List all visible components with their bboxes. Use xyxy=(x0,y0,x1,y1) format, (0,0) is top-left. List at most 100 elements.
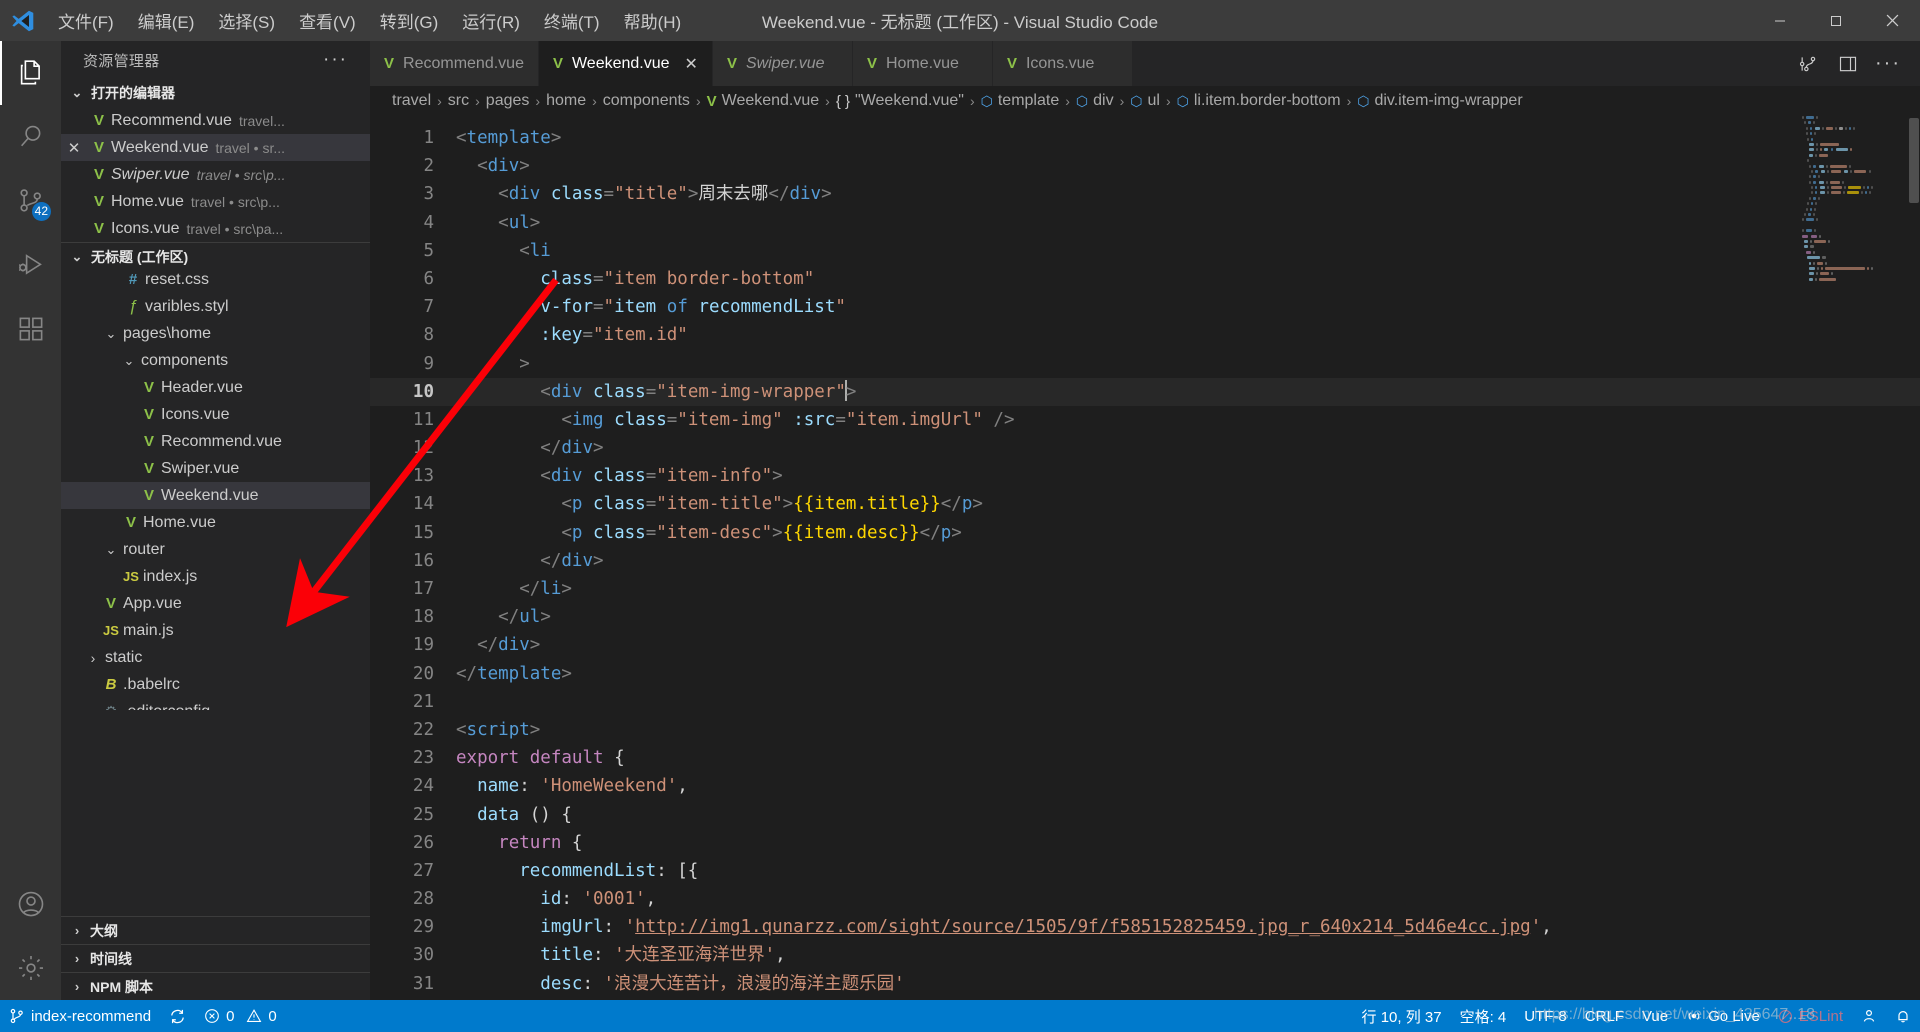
breadcrumb-template[interactable]: ⬡ template xyxy=(981,92,1060,110)
accounts-icon[interactable] xyxy=(0,872,61,936)
settings-gear-icon[interactable] xyxy=(0,936,61,1000)
search-icon[interactable] xyxy=(0,105,61,169)
breadcrumb-components[interactable]: components xyxy=(603,92,690,110)
tab-swiper-vue[interactable]: V Swiper.vue xyxy=(712,41,853,86)
breadcrumb-module[interactable]: { } "Weekend.vue" xyxy=(836,92,964,110)
maximize-button[interactable] xyxy=(1808,0,1864,41)
status-indentation[interactable]: 空格: 4 xyxy=(1451,1000,1516,1032)
breadcrumb-weekend-vue[interactable]: V Weekend.vue xyxy=(707,92,820,110)
tree-item-main-js[interactable]: JS main.js xyxy=(61,617,370,644)
tree-item-varibles-styl[interactable]: ƒ varibles.styl xyxy=(61,293,370,320)
status-cursor-position[interactable]: 行 10, 列 37 xyxy=(1353,1000,1451,1032)
toggle-panel-icon[interactable] xyxy=(1828,41,1868,86)
breadcrumb-src[interactable]: src xyxy=(448,92,469,110)
tree-item-home-vue[interactable]: V Home.vue xyxy=(61,509,370,536)
run-debug-icon[interactable] xyxy=(0,233,61,297)
menu-file[interactable]: 文件(F) xyxy=(46,3,126,38)
code-token: > xyxy=(782,494,794,515)
menu-help[interactable]: 帮助(H) xyxy=(612,3,694,38)
line-number: 13 xyxy=(412,466,434,487)
tree-item-editorconfig[interactable]: ⚙ .editorconfig xyxy=(61,698,370,711)
source-control-icon[interactable]: 42 xyxy=(0,169,61,233)
panel-npm-scripts[interactable]: › NPM 脚本 xyxy=(61,972,370,1000)
minimap-token xyxy=(1819,234,1822,238)
open-editor-icons[interactable]: V Icons.vue travel • src\pa... xyxy=(61,215,370,242)
status-problems[interactable]: 0 0 xyxy=(195,1000,286,1032)
tree-item-router[interactable]: ⌄ router xyxy=(61,536,370,563)
more-actions-icon[interactable]: ··· xyxy=(1868,41,1908,86)
code-token: div xyxy=(498,635,530,656)
editor-scrollbar[interactable] xyxy=(1906,116,1920,1000)
status-branch[interactable]: index-recommend xyxy=(0,1000,160,1032)
breadcrumb-home[interactable]: home xyxy=(546,92,586,110)
menu-view[interactable]: 查看(V) xyxy=(287,3,368,38)
code-scroll-area[interactable]: 1 <template> 2 <div> 3 <div class="title"… xyxy=(370,116,1920,1000)
menu-run[interactable]: 运行(R) xyxy=(450,3,532,38)
open-editor-home[interactable]: V Home.vue travel • src\p... xyxy=(61,188,370,215)
menu-terminal[interactable]: 终端(T) xyxy=(532,3,612,38)
tree-item-pages-home[interactable]: ⌄ pages\home xyxy=(61,320,370,347)
section-workspace[interactable]: ⌄ 无标题 (工作区) xyxy=(61,242,370,270)
tree-item-recommend-vue[interactable]: V Recommend.vue xyxy=(61,428,370,455)
tree-item-babelrc[interactable]: B .babelrc xyxy=(61,671,370,698)
breadcrumb-li[interactable]: ⬡ li.item.border-bottom xyxy=(1177,92,1341,110)
status-language-mode[interactable]: Vue xyxy=(1633,1000,1677,1032)
close-icon[interactable]: ✕ xyxy=(685,54,698,74)
breadcrumb-travel[interactable]: travel xyxy=(392,92,431,110)
tree-item-index-js[interactable]: JS index.js xyxy=(61,563,370,590)
status-sync[interactable] xyxy=(160,1000,195,1032)
tab-icons-vue[interactable]: V Icons.vue xyxy=(992,41,1133,86)
status-encoding[interactable]: UTF-8 xyxy=(1515,1000,1576,1032)
tab-recommend-vue[interactable]: V Recommend.vue xyxy=(370,41,539,86)
tree-item-swiper-vue[interactable]: V Swiper.vue xyxy=(61,455,370,482)
tab-home-vue[interactable]: V Home.vue xyxy=(852,41,993,86)
tree-item-header-vue[interactable]: V Header.vue xyxy=(61,374,370,401)
tree-item-app-vue[interactable]: V App.vue xyxy=(61,590,370,617)
status-go-live[interactable]: Go Live xyxy=(1677,1000,1769,1032)
minimap-token xyxy=(1819,148,1822,152)
status-notifications[interactable] xyxy=(1886,1000,1920,1032)
minimap[interactable] xyxy=(1798,116,1906,1000)
menu-selection[interactable]: 选择(S) xyxy=(206,3,287,38)
status-feedback[interactable] xyxy=(1852,1000,1886,1032)
status-eol[interactable]: CRLF xyxy=(1576,1000,1633,1032)
tree-item-icons-vue[interactable]: V Icons.vue xyxy=(61,401,370,428)
sidebar-more-actions-icon[interactable]: ··· xyxy=(323,49,360,71)
breadcrumb-div-item-img-wrapper[interactable]: ⬡ div.item-img-wrapper xyxy=(1357,92,1522,110)
menu-go[interactable]: 转到(G) xyxy=(368,3,451,38)
breadcrumb-pages[interactable]: pages xyxy=(486,92,530,110)
minimize-button[interactable] xyxy=(1752,0,1808,41)
close-icon[interactable]: ✕ xyxy=(61,139,87,157)
code-token: < xyxy=(519,240,530,261)
code-editor[interactable]: 1 <template> 2 <div> 3 <div class="title"… xyxy=(370,116,1920,1000)
open-editor-swiper[interactable]: V Swiper.vue travel • src\p... xyxy=(61,161,370,188)
tree-item-label: reset.css xyxy=(145,270,210,288)
javascript-file-icon: JS xyxy=(103,623,119,638)
open-editor-weekend[interactable]: ✕ V Weekend.vue travel • sr... xyxy=(61,134,370,161)
panel-outline[interactable]: › 大纲 xyxy=(61,916,370,944)
code-line: 30 title: '大连圣亚海洋世界', xyxy=(370,941,1920,969)
explorer-icon[interactable] xyxy=(0,41,61,105)
breadcrumb-ul[interactable]: ⬡ ul xyxy=(1130,92,1160,110)
tree-item-reset-css[interactable]: # reset.css xyxy=(61,270,370,293)
extensions-icon[interactable] xyxy=(0,297,61,361)
breadcrumb-div[interactable]: ⬡ div xyxy=(1076,92,1114,110)
tree-item-weekend-vue[interactable]: V Weekend.vue xyxy=(61,482,370,509)
split-editor-icon[interactable] xyxy=(1788,41,1828,86)
panel-timeline[interactable]: › 时间线 xyxy=(61,944,370,972)
tree-item-static[interactable]: › static xyxy=(61,644,370,671)
close-button[interactable] xyxy=(1864,0,1920,41)
menu-edit[interactable]: 编辑(E) xyxy=(126,3,207,38)
section-open-editors[interactable]: ⌄ 打开的编辑器 xyxy=(61,79,370,107)
tree-item-components[interactable]: ⌄ components xyxy=(61,347,370,374)
code-content[interactable]: 1 <template> 2 <div> 3 <div class="title"… xyxy=(370,116,1920,998)
minimap-token xyxy=(1807,137,1810,141)
editor-scrollbar-thumb[interactable] xyxy=(1909,118,1919,203)
status-eslint[interactable]: ESLint xyxy=(1769,1000,1852,1032)
open-editor-recommend[interactable]: V Recommend.vue travel... xyxy=(61,107,370,134)
tab-weekend-vue[interactable]: V Weekend.vue ✕ xyxy=(538,41,713,86)
tab-label: Recommend.vue xyxy=(403,54,524,72)
